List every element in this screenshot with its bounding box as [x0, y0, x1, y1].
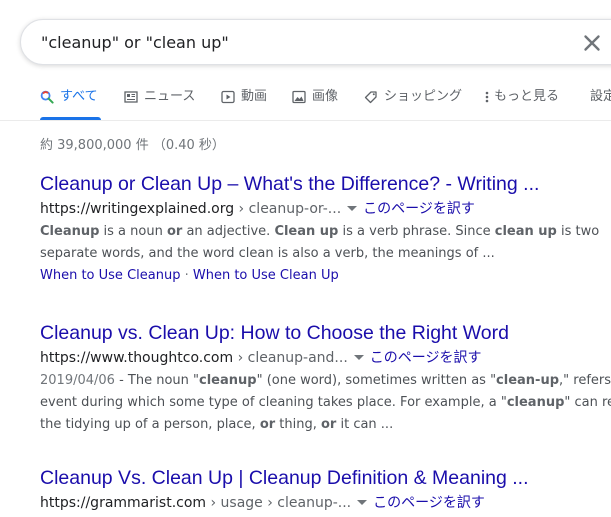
- image-icon: [292, 90, 306, 104]
- sitelink[interactable]: When to Use Cleanup: [40, 268, 180, 283]
- snippet-line: the tidying up of a person, place, or th…: [40, 414, 611, 436]
- tab-label: もっと見る: [494, 89, 560, 104]
- translate-link[interactable]: このページを訳す: [373, 495, 485, 511]
- search-icon: [40, 90, 54, 104]
- tag-icon: [364, 91, 377, 104]
- snippet-keyword: or: [166, 224, 183, 239]
- result-url: https://www.thoughtco.com › cleanup-and.…: [40, 348, 611, 368]
- play-icon: [221, 90, 235, 104]
- tab-label: 動画: [241, 89, 268, 104]
- tabs-divider: [0, 120, 611, 121]
- result-url: https://writingexplained.org › cleanup-o…: [40, 199, 611, 219]
- close-icon[interactable]: [579, 30, 605, 56]
- translate-link[interactable]: このページを訳す: [370, 350, 482, 366]
- sitelink[interactable]: When to Use Clean Up: [193, 268, 339, 283]
- snippet-text: is a verb phrase. Since: [338, 224, 495, 239]
- search-box[interactable]: "cleanup" or "clean up": [20, 19, 611, 65]
- snippet-line: Cleanup is a noun or an adjective. Clean…: [40, 221, 611, 243]
- result-path: › usage › cleanup-...: [206, 495, 352, 511]
- snippet-text: an adjective.: [182, 224, 275, 239]
- snippet-keyword: clean-up: [496, 373, 560, 388]
- translate-link[interactable]: このページを訳す: [363, 201, 475, 217]
- more-vert-icon: [485, 91, 489, 103]
- result-snippet: Cleanup is a noun or an adjective. Clean…: [40, 221, 611, 265]
- tab-more[interactable]: もっと見る: [484, 86, 559, 118]
- snippet-text: thing,: [275, 417, 321, 432]
- result-title-link[interactable]: Cleanup vs. Clean Up: How to Choose the …: [40, 321, 611, 345]
- snippet-text: is two: [556, 224, 600, 239]
- snippet-keyword: or: [321, 417, 337, 432]
- snippet-text: " can refer: [564, 395, 611, 410]
- result-domain: https://grammarist.com: [40, 495, 207, 511]
- result-path: › cleanup-or-...: [234, 201, 342, 217]
- snippet-keyword: Cleanup: [40, 224, 100, 239]
- result-domain: https://www.thoughtco.com: [40, 350, 234, 366]
- snippet-text: event during which some type of cleaning…: [40, 395, 507, 410]
- snippet-text: it can ...: [336, 417, 394, 432]
- search-input[interactable]: "cleanup" or "clean up": [41, 33, 229, 52]
- result-title-link[interactable]: Cleanup Vs. Clean Up | Cleanup Definitio…: [40, 466, 611, 490]
- result-date: 2019/04/06: [40, 373, 115, 388]
- tab-label: すべて: [60, 89, 98, 104]
- tab-label: ニュース: [144, 89, 196, 104]
- result-domain: https://writingexplained.org: [40, 201, 235, 217]
- caret-down-icon[interactable]: [357, 499, 368, 505]
- tab-label: 画像: [312, 89, 339, 104]
- tab-videos[interactable]: 動画: [221, 86, 267, 118]
- tab-label: 設定: [590, 89, 611, 104]
- snippet-text: " (one word), sometimes written as ": [256, 373, 497, 388]
- snippet-text: - The noun ": [114, 373, 199, 388]
- snippet-text: the tidying up of a person, place,: [40, 417, 260, 432]
- result-stats: 約 39,800,000 件 （0.40 秒）: [40, 138, 225, 153]
- tab-label: ショッピング: [384, 89, 463, 104]
- tab-shopping[interactable]: ショッピング: [364, 86, 462, 118]
- snippet-text: ," refers to a: [559, 373, 611, 388]
- search-tabs: すべて ニュース 動画 画像 ショッピング もっと見る 設定: [0, 86, 611, 120]
- search-result: Cleanup vs. Clean Up: How to Choose the …: [40, 321, 611, 436]
- search-result: Cleanup Vs. Clean Up | Cleanup Definitio…: [40, 466, 611, 513]
- snippet-keyword: clean up: [494, 224, 557, 239]
- snippet-line: 2019/04/06 - The noun "cleanup" (one wor…: [40, 370, 611, 392]
- sitelinks: When to Use Cleanup · When to Use Clean …: [40, 268, 339, 283]
- result-url: https://grammarist.com › usage › cleanup…: [40, 493, 611, 513]
- tab-news[interactable]: ニュース: [124, 86, 195, 118]
- snippet-keyword: or: [259, 417, 276, 432]
- tab-settings[interactable]: 設定: [590, 86, 611, 118]
- tab-images[interactable]: 画像: [292, 86, 338, 118]
- snippet-text: is a noun: [99, 224, 167, 239]
- snippet-line: event during which some type of cleaning…: [40, 392, 611, 414]
- caret-down-icon[interactable]: [353, 354, 364, 360]
- result-snippet: 2019/04/06 - The noun "cleanup" (one wor…: [40, 370, 611, 436]
- caret-down-icon[interactable]: [347, 205, 358, 211]
- snippet-line: separate words, and the word clean is al…: [40, 246, 495, 261]
- search-result: Cleanup or Clean Up – What's the Differe…: [40, 172, 611, 283]
- snippet-keyword: Clean up: [274, 224, 339, 239]
- snippet-keyword: cleanup: [506, 395, 565, 410]
- tab-all[interactable]: すべて: [40, 86, 101, 120]
- result-path: › cleanup-and...: [233, 350, 348, 366]
- snippet-keyword: cleanup: [199, 373, 257, 388]
- snippet-text: - The noun "cleanup" (one word), sometim…: [115, 373, 611, 388]
- result-title-link[interactable]: Cleanup or Clean Up – What's the Differe…: [40, 172, 611, 196]
- news-icon: [124, 91, 138, 103]
